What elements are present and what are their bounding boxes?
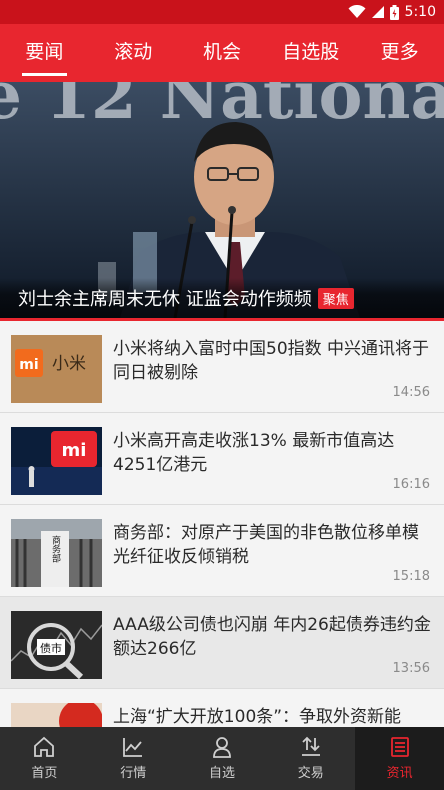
news-time: 14:56: [392, 385, 430, 400]
hero-tag-badge: 聚焦: [317, 287, 354, 309]
battery-icon: [389, 4, 399, 20]
tab-opportunity[interactable]: 机会: [178, 24, 267, 82]
bottom-nav-market[interactable]: 行情: [89, 727, 178, 790]
news-list: mi 小米 小米将纳入富时中国50指数 中兴通讯将于同日被剔除 14:56 mi…: [0, 321, 444, 727]
status-bar: 5:10: [0, 0, 444, 24]
svg-text:mi: mi: [19, 357, 38, 373]
chart-icon: [123, 738, 143, 757]
news-title: 小米将纳入富时中国50指数 中兴通讯将于同日被剔除: [113, 339, 430, 383]
status-time: 5:10: [404, 4, 436, 20]
news-thumbnail: mi 小米: [11, 335, 102, 403]
bottom-nav-label: 行情: [120, 766, 147, 781]
hero-title: 刘士余主席周末无休 证监会动作频频: [18, 289, 312, 310]
signal-icon: [371, 6, 384, 18]
bottom-nav-news[interactable]: 资讯: [355, 727, 444, 790]
news-title: 上海“扩大开放100条”：争取外资新能: [113, 707, 402, 727]
wifi-icon: [348, 5, 366, 18]
thumb-text: 小米: [52, 354, 86, 374]
news-item[interactable]: mi 小米高开高走收涨13% 最新市值高达4251亿港元 16:16: [0, 413, 444, 505]
news-thumbnail: 债市: [11, 611, 102, 679]
news-title: 小米高开高走收涨13% 最新市值高达4251亿港元: [113, 431, 395, 475]
bottom-nav: 首页 行情 自选 交易 资讯: [0, 727, 444, 790]
bottom-nav-watchlist[interactable]: 自选: [178, 727, 267, 790]
news-title: AAA级公司债也闪崩 年内26起债券违约金额达266亿: [113, 615, 431, 659]
thumb-text: mi: [62, 440, 87, 461]
news-item[interactable]: mi 小米 小米将纳入富时中国50指数 中兴通讯将于同日被剔除 14:56: [0, 321, 444, 413]
hero-banner[interactable]: e 12 National 刘士余主席周末无休 证监会动作频频 聚焦: [0, 82, 444, 318]
home-icon: [34, 736, 55, 757]
bottom-nav-trade[interactable]: 交易: [266, 727, 355, 790]
news-item[interactable]: 上海“扩大开放100条”：争取外资新能: [0, 689, 444, 727]
bottom-nav-label: 交易: [297, 766, 324, 781]
tab-rolling[interactable]: 滚动: [89, 24, 178, 82]
news-icon: [390, 737, 409, 757]
top-nav: 要闻 滚动 机会 自选股 更多: [0, 24, 444, 82]
hero-caption: 刘士余主席周末无休 证监会动作频频 聚焦: [0, 278, 444, 318]
bottom-nav-label: 资讯: [386, 766, 413, 781]
news-time: 13:56: [392, 661, 430, 676]
tab-headlines[interactable]: 要闻: [0, 24, 89, 82]
bottom-nav-label: 首页: [31, 766, 58, 781]
trade-icon: [301, 736, 320, 756]
news-thumbnail: [11, 703, 102, 727]
bottom-nav-label: 自选: [208, 766, 235, 781]
news-thumbnail: 商务部: [11, 519, 102, 587]
news-title: 商务部：对原产于美国的非色散位移单模光纤征收反倾销税: [113, 523, 419, 567]
thumb-text: 商务部: [50, 534, 61, 563]
thumb-text: 债市: [40, 641, 62, 655]
tab-watchlist[interactable]: 自选股: [266, 24, 355, 82]
user-icon: [213, 737, 231, 758]
news-item[interactable]: 债市 AAA级公司债也闪崩 年内26起债券违约金额达266亿 13:56: [0, 597, 444, 689]
news-item[interactable]: 商务部 商务部：对原产于美国的非色散位移单模光纤征收反倾销税 15:18: [0, 505, 444, 597]
news-time: 16:16: [392, 477, 430, 492]
tab-more[interactable]: 更多: [355, 24, 444, 82]
bottom-nav-home[interactable]: 首页: [0, 727, 89, 790]
news-thumbnail: mi: [11, 427, 102, 495]
news-time: 15:18: [392, 569, 430, 584]
